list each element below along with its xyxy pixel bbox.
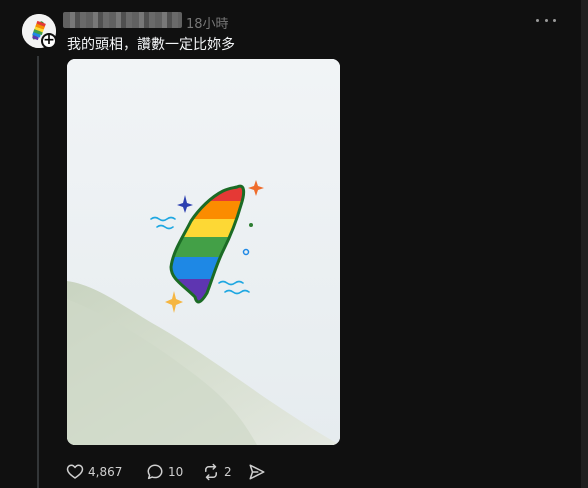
comment-button[interactable]: 10 [146, 462, 183, 482]
post-timestamp: 18小時 [186, 17, 229, 32]
share-button[interactable] [248, 462, 266, 482]
comment-bubble-icon [147, 464, 163, 480]
more-dot [544, 18, 548, 22]
repost-button[interactable]: 2 [202, 462, 232, 482]
like-button[interactable]: 4,867 [66, 462, 122, 482]
post-image[interactable] [67, 59, 340, 445]
heart-icon [66, 464, 84, 479]
repost-icon [205, 463, 217, 481]
rainbow-taiwan-drawing-image [67, 59, 340, 445]
follow-plus-icon[interactable]: + [41, 33, 57, 49]
send-icon [249, 464, 265, 480]
comment-count: 10 [168, 465, 184, 479]
scrollbar-track [581, 0, 588, 488]
like-count: 4,867 [88, 465, 123, 479]
repost-count: 2 [224, 465, 232, 479]
thread-line [37, 56, 39, 488]
post-text: 我的頭相，讚數一定比妳多 [67, 37, 235, 53]
username-blurred[interactable] [63, 12, 182, 28]
more-dot [536, 18, 539, 22]
more-options-button[interactable] [536, 11, 556, 29]
more-dot [553, 18, 556, 22]
